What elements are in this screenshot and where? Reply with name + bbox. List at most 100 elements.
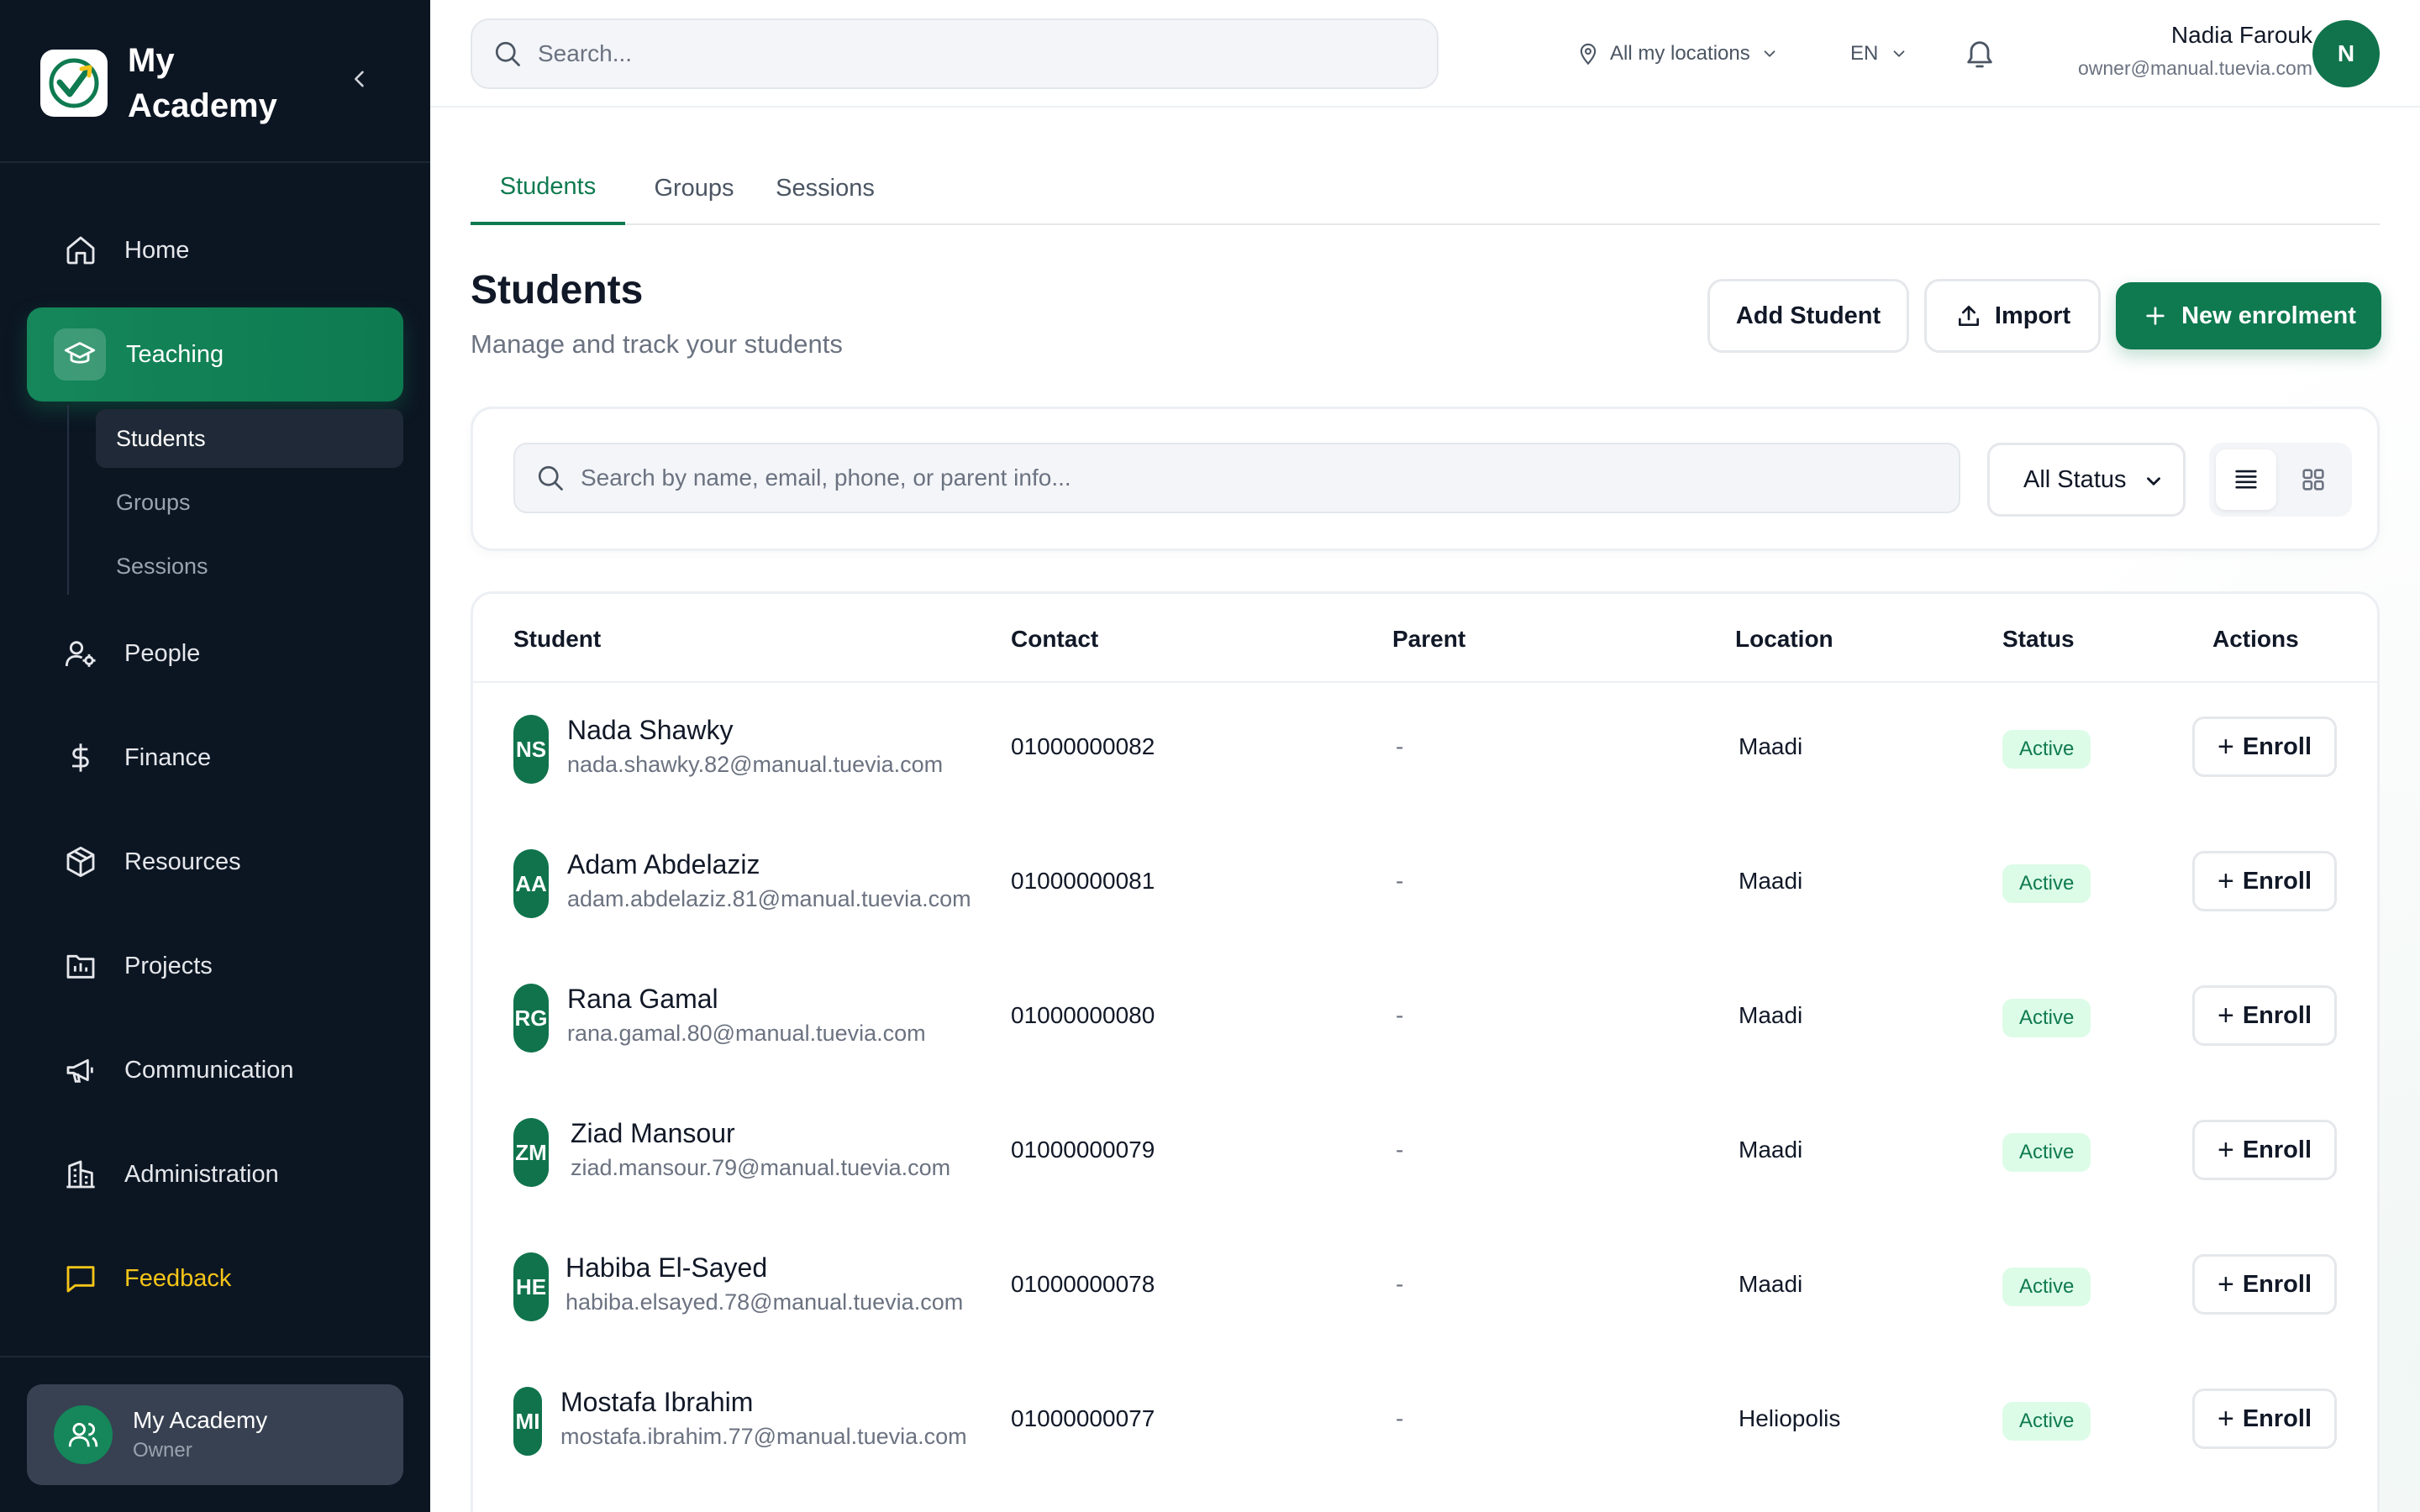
student-avatar: ZM [513,1118,549,1187]
student-avatar: NS [513,715,549,784]
sidebar-item-teaching[interactable]: Teaching [27,307,403,402]
sidebar-item-label: Resources [124,848,241,875]
new-enrolment-button[interactable]: New enrolment [2116,282,2381,349]
language-selector[interactable]: EN [1850,34,1908,74]
table-row[interactable]: ZM Ziad Mansour ziad.mansour.79@manual.t… [473,1086,2377,1221]
enroll-label: Enroll [2242,1001,2312,1029]
add-student-button[interactable]: Add Student [1707,279,1909,353]
student-location: Maadi [1739,1002,1803,1028]
sidebar-item-administration[interactable]: Administration [27,1132,403,1216]
sidebar-item-people[interactable]: People [27,612,403,696]
student-name[interactable]: Adam Abdelaziz [567,849,760,880]
users-icon [54,1405,113,1464]
table-row[interactable]: RG Rana Gamal rana.gamal.80@manual.tuevi… [473,952,2377,1086]
student-parent: - [1396,1271,1404,1297]
account-name: My Academy [133,1407,268,1433]
student-name[interactable]: Rana Gamal [567,984,718,1015]
filter-bar: All Status [471,407,2380,551]
chevron-down-icon [1764,50,1776,57]
enroll-label: Enroll [2242,1136,2312,1163]
column-contact[interactable]: Contact [1011,626,1098,653]
student-avatar: RG [513,984,549,1053]
user-info[interactable]: Nadia Farouk owner@manual.tuevia.com [2027,22,2312,80]
grid-view-button[interactable] [2283,449,2344,510]
table-row[interactable]: MI Mostafa Ibrahim mostafa.ibrahim.77@ma… [473,1355,2377,1489]
home-icon [62,232,99,269]
global-search-input[interactable] [538,40,1378,67]
status-badge: Active [2002,1133,2091,1172]
student-name[interactable]: Mostafa Ibrahim [560,1387,753,1418]
megaphone-icon [62,1052,99,1089]
tab-groups[interactable]: Groups [642,151,746,225]
table-header: Student Contact Parent Location Status A… [473,594,2377,683]
global-search[interactable] [471,18,1439,89]
sidebar-item-resources[interactable]: Resources [27,820,403,904]
column-student[interactable]: Student [513,626,601,653]
student-contact: 01000000077 [1011,1405,1155,1431]
status-filter[interactable]: All Status [1987,443,2186,517]
sidebar-item-projects[interactable]: Projects [27,924,403,1008]
column-status[interactable]: Status [2002,626,2075,653]
tab-students[interactable]: Students [471,151,625,225]
enroll-button[interactable]: + Enroll [2192,985,2337,1046]
student-name[interactable]: Habiba El-Sayed [566,1252,767,1284]
sidebar-item-home[interactable]: Home [27,208,403,292]
building-icon [62,1156,99,1193]
column-location[interactable]: Location [1735,626,1833,653]
map-pin-icon [1580,43,1597,66]
table-row[interactable]: AA Adam Abdelaziz adam.abdelaziz.81@manu… [473,817,2377,952]
sidebar-item-label: Home [124,236,190,264]
page-title: Students [471,268,644,312]
enroll-label: Enroll [2242,1270,2312,1298]
subnav-item-sessions[interactable]: Sessions [96,537,403,596]
student-search-input[interactable] [581,465,1925,491]
tab-sessions[interactable]: Sessions [763,151,887,225]
enroll-button[interactable]: + Enroll [2192,1254,2337,1315]
student-avatar: MI [513,1387,542,1456]
sidebar-item-communication[interactable]: Communication [27,1028,403,1112]
collapse-sidebar-button[interactable] [339,59,380,99]
tabs: Students Groups Sessions [471,151,2380,225]
student-email: rana.gamal.80@manual.tuevia.com [567,1021,926,1046]
bell-icon [1967,41,1992,68]
subnav-item-students[interactable]: Students [96,409,403,468]
status-badge: Active [2002,999,2091,1037]
sidebar: My Academy Home Teaching Students Groups… [0,0,430,1512]
location-selector[interactable]: All my locations [1576,34,1779,74]
student-location: Maadi [1739,868,1803,894]
notifications-button[interactable] [1958,32,2002,76]
column-parent[interactable]: Parent [1392,626,1465,653]
folder-chart-icon [62,948,99,984]
column-actions: Actions [2212,626,2299,652]
plus-icon: + [2217,865,2234,897]
table-row[interactable]: HE Habiba El-Sayed habiba.elsayed.78@man… [473,1221,2377,1355]
import-button[interactable]: Import [1924,279,2101,353]
account-switcher[interactable]: My Academy Owner [27,1384,403,1485]
user-avatar[interactable]: N [2312,20,2380,87]
search-icon [538,465,563,491]
subnav-item-groups[interactable]: Groups [96,473,403,532]
status-badge: Active [2002,1402,2091,1441]
sidebar-divider [0,161,430,163]
enroll-button[interactable]: + Enroll [2192,1120,2337,1180]
add-student-label: Add Student [1735,302,1881,329]
list-view-button[interactable] [2216,449,2276,510]
students-table: Student Contact Parent Location Status A… [471,591,2380,1512]
enroll-button[interactable]: + Enroll [2192,851,2337,911]
page-subtitle: Manage and track your students [471,329,843,359]
plus-icon: + [2217,1134,2234,1166]
sidebar-item-feedback[interactable]: Feedback [27,1236,403,1320]
enroll-button[interactable]: + Enroll [2192,717,2337,777]
student-name[interactable]: Ziad Mansour [571,1118,735,1149]
student-location: Maadi [1739,733,1803,759]
plus-icon: + [2217,1268,2234,1300]
academy-logo-icon [40,50,108,117]
student-name[interactable]: Nada Shawky [567,715,733,746]
sidebar-item-label: People [124,639,201,667]
student-search[interactable] [513,443,1960,513]
sidebar-item-finance[interactable]: Finance [27,716,403,800]
table-row[interactable]: NS Nada Shawky nada.shawky.82@manual.tue… [473,683,2377,817]
new-enrolment-label: New enrolment [2181,302,2356,329]
enroll-button[interactable]: + Enroll [2192,1389,2337,1449]
student-parent: - [1396,868,1404,894]
